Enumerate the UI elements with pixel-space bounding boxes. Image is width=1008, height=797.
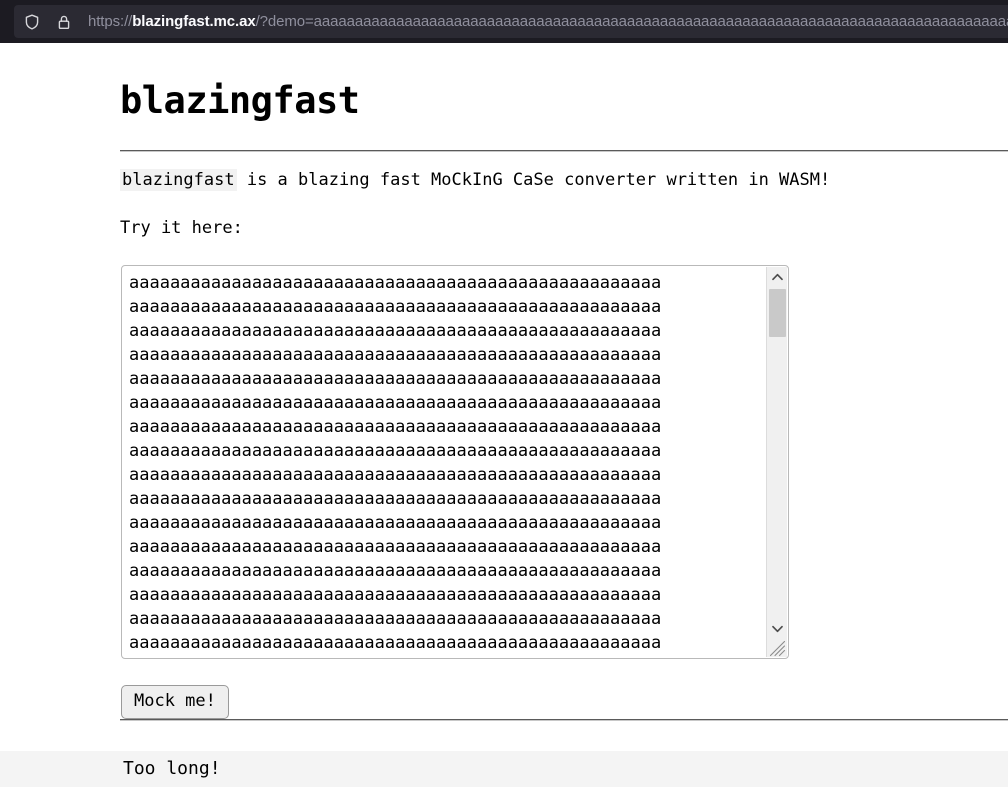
page-viewport: blazingfast blazingfast is a blazing fas… xyxy=(0,43,1008,797)
output-message: Too long! xyxy=(123,758,221,779)
intro-rest-text: is a blazing fast MoCkInG CaSe converter… xyxy=(236,170,831,190)
url-scheme: https:// xyxy=(88,13,133,30)
mock-input-textarea[interactable] xyxy=(121,265,789,659)
page-title: blazingfast xyxy=(120,79,360,122)
intro-paragraph: blazingfast is a blazing fast MoCkInG Ca… xyxy=(120,169,830,191)
browser-chrome: https://blazingfast.mc.ax/?demo=aaaaaaaa… xyxy=(0,0,1008,43)
mock-me-button[interactable]: Mock me! xyxy=(121,685,229,719)
url-path-query: /?demo=aaaaaaaaaaaaaaaaaaaaaaaaaaaaaaaaa… xyxy=(255,13,1008,30)
inline-code-blazingfast: blazingfast xyxy=(120,169,237,191)
padlock-icon[interactable] xyxy=(54,12,74,32)
url-text[interactable]: https://blazingfast.mc.ax/?demo=aaaaaaaa… xyxy=(88,5,1008,38)
try-it-here-label: Try it here: xyxy=(120,218,243,238)
shield-icon[interactable] xyxy=(22,12,42,32)
url-host: blazingfast.mc.ax xyxy=(132,13,256,30)
mock-input-container xyxy=(121,265,789,659)
horizontal-rule-bottom xyxy=(120,719,1008,721)
url-bar[interactable]: https://blazingfast.mc.ax/?demo=aaaaaaaa… xyxy=(14,5,1008,38)
horizontal-rule-top xyxy=(120,150,1008,152)
